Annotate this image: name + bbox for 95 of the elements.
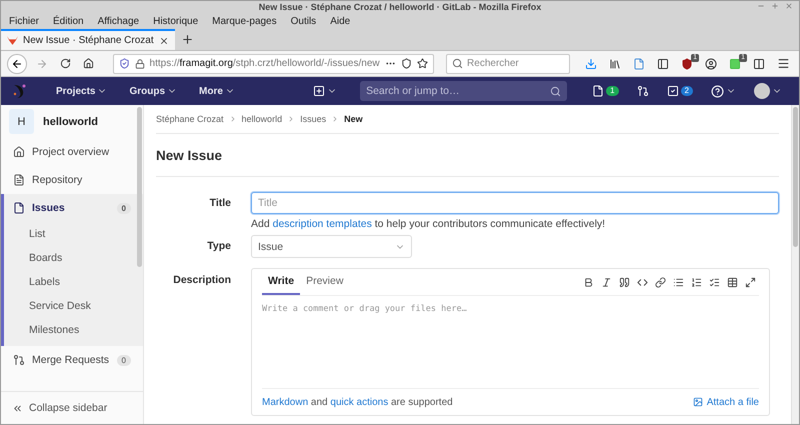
attach-file-link[interactable]: Attach a file: [692, 396, 759, 408]
back-button[interactable]: [7, 54, 27, 74]
fullscreen-icon: [745, 276, 756, 288]
sidebar-item[interactable]: Issues 0: [4, 194, 143, 222]
table-icon: [727, 276, 738, 288]
image-icon: [692, 397, 703, 407]
maximize-icon: [771, 2, 779, 10]
merge-request-icon: [636, 85, 649, 97]
markdown-help-text: Markdown and quick actions are supported: [262, 396, 453, 408]
house-icon: [13, 146, 25, 158]
help-link[interactable]: Markdown: [262, 396, 308, 408]
search-field[interactable]: Search or jump to…: [360, 81, 568, 101]
breadcrumb-link[interactable]: Issues: [300, 114, 326, 124]
count-badge: 0: [116, 202, 131, 214]
star-icon: [417, 58, 428, 69]
browser-search-field[interactable]: Rechercher: [446, 54, 570, 74]
help-text: Add description templates to help your contributors communicate effectively!: [251, 218, 606, 230]
editor-tab[interactable]: Preview: [300, 269, 350, 295]
menu-item[interactable]: Aide: [330, 16, 350, 26]
sidebar-subitem[interactable]: List: [4, 222, 143, 246]
help-link[interactable]: quick actions: [330, 396, 388, 408]
plus-icon: [180, 33, 194, 46]
merge-request-icon: [13, 354, 25, 366]
type-select[interactable]: Issue: [251, 235, 412, 258]
window-title: New Issue · Stéphane Crozat / helloworld · GitLab - Mozilla Firefox: [258, 2, 542, 12]
shield-icon: [118, 58, 130, 69]
breadcrumb-link[interactable]: helloworld: [242, 114, 282, 124]
sidebar-subitem[interactable]: Milestones: [4, 318, 143, 342]
breadcrumb-link[interactable]: Stéphane Crozat: [156, 114, 224, 124]
help-icon: [711, 84, 724, 98]
menu-item[interactable]: Fichier: [9, 16, 40, 26]
issues-icon: [592, 85, 604, 97]
download-icon: [584, 58, 597, 70]
scrollbar-thumb[interactable]: [793, 107, 798, 247]
todos-button[interactable]: 2: [660, 85, 700, 97]
project-avatar: H: [9, 109, 34, 134]
task-list-icon: [709, 276, 720, 288]
field-label: Description: [172, 273, 231, 288]
menu-item[interactable]: Marque-pages: [212, 16, 277, 26]
check-square-icon: [666, 85, 679, 97]
sidebar-item[interactable]: Repository: [4, 166, 143, 194]
menu-item[interactable]: Outils: [290, 16, 316, 26]
description-templates-link[interactable]: description templates: [272, 218, 372, 230]
menu-item[interactable]: Historique: [153, 16, 198, 26]
field-label: Title: [208, 196, 231, 211]
library-icon: [608, 58, 621, 70]
sidebar-subitem[interactable]: Labels: [4, 270, 143, 294]
panel-icon: [752, 58, 765, 70]
project-name[interactable]: helloworld: [43, 116, 98, 128]
close-icon: [158, 36, 169, 46]
fox-logo-icon: [7, 35, 18, 46]
search-icon: [550, 86, 562, 96]
issues-icon: [13, 202, 25, 214]
menu-icon: [776, 57, 790, 70]
scrollbar-thumb[interactable]: [137, 107, 142, 267]
document-icon: [13, 174, 25, 186]
search-icon: [452, 58, 464, 69]
numbered-list-icon: [691, 276, 702, 288]
count-badge: 0: [116, 354, 131, 366]
lock-icon: [134, 58, 145, 68]
arrow-left-icon: [10, 58, 23, 70]
sidebar-item[interactable]: Merge Requests 0: [4, 346, 143, 374]
close-icon: [785, 2, 793, 10]
breadcrumb-link[interactable]: New: [344, 114, 363, 124]
sidebar-subitem[interactable]: Boards: [4, 246, 143, 270]
menu-item[interactable]: Édition: [53, 16, 84, 26]
nav-menu-button[interactable]: Groups: [120, 86, 186, 96]
shield-icon: [680, 58, 693, 70]
arrow-right-icon: [36, 58, 48, 70]
home-icon: [82, 58, 94, 69]
nav-menu-button[interactable]: Projects: [47, 86, 116, 96]
plus-square-icon: [313, 85, 326, 97]
reload-icon: [60, 58, 71, 69]
description-field[interactable]: Write Preview Write a comment or drag your files here… Markdown and quick actions are supported Attach a file: [251, 268, 770, 416]
code-icon: [637, 276, 648, 288]
sidebar-icon: [656, 58, 669, 70]
quote-icon: [619, 276, 630, 288]
user-circle-icon: [704, 58, 717, 70]
nav-menu-button[interactable]: More: [190, 86, 244, 96]
browser-tab[interactable]: New Issue · Stéphane Crozat: [1, 29, 175, 50]
square-icon: [728, 58, 741, 70]
link-icon: [655, 276, 666, 288]
bold-icon: [583, 276, 594, 288]
avatar-icon: [754, 83, 770, 99]
double-chevron-left-icon: [12, 402, 23, 414]
page-icon: [632, 58, 645, 70]
sidebar-item[interactable]: Project overview: [4, 138, 143, 166]
italic-icon: [601, 276, 612, 288]
field-label: Type: [206, 239, 231, 254]
sidebar-subitem[interactable]: Service Desk: [4, 294, 143, 318]
page-title: New Issue: [156, 134, 779, 177]
address-bar[interactable]: https://framagit.org/stph.crzt/helloworld/-/issues/new: [112, 54, 434, 74]
title-input[interactable]: Title: [251, 192, 779, 214]
menu-item[interactable]: Affichage: [98, 16, 140, 26]
bullet-list-icon: [673, 276, 684, 288]
